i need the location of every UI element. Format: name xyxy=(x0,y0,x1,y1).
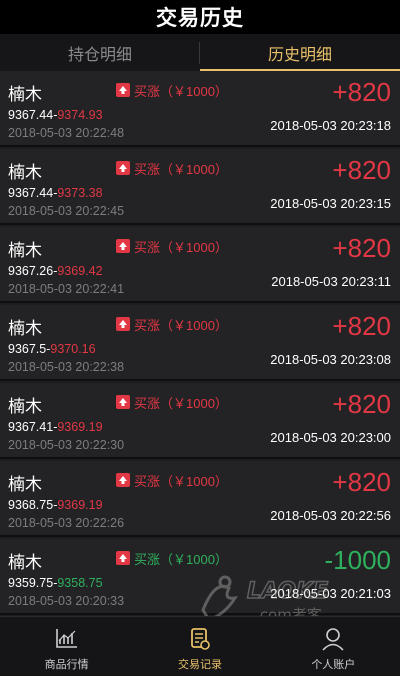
close-price: 9374.93 xyxy=(57,108,103,122)
open-price: 9367.5 xyxy=(8,342,47,356)
nav-account-label: 个人账户 xyxy=(311,659,356,671)
tab-history[interactable]: 历史明细 xyxy=(200,34,400,71)
price-range: 9367.44-9373.38 xyxy=(8,186,103,200)
close-time: 2018-05-03 20:23:15 xyxy=(270,196,391,211)
close-price: 9358.75 xyxy=(57,576,103,590)
nav-account[interactable]: 个人账户 xyxy=(267,617,400,676)
bottom-nav: 商品行情 交易记录 个人账户 xyxy=(0,616,400,676)
profit-amount: +820 xyxy=(332,77,391,107)
record-icon xyxy=(189,627,211,656)
trade-record[interactable]: 楠木 买涨（￥1000） 9367.26-9369.42 2018-05-03 20:… xyxy=(0,227,400,303)
product-name: 楠木 xyxy=(8,553,42,572)
buy-up-icon xyxy=(116,161,130,175)
chart-icon xyxy=(55,627,79,654)
trade-record[interactable]: 楠木 买涨（￥1000） 9367.44-9373.38 2018-05-03 20:… xyxy=(0,149,400,225)
close-time: 2018-05-03 20:23:18 xyxy=(270,118,391,133)
open-time: 2018-05-03 20:20:33 xyxy=(8,594,125,608)
buy-up-icon xyxy=(116,83,130,97)
app-header: 交易历史 xyxy=(0,0,400,34)
buy-up-icon xyxy=(116,395,130,409)
watermark-brand: LAOKE xyxy=(247,579,328,604)
nav-market-label: 商品行情 xyxy=(44,659,89,671)
tab-bar: 持仓明细 历史明细 xyxy=(0,34,400,71)
open-price: 9367.41 xyxy=(8,420,54,434)
open-time: 2018-05-03 20:22:41 xyxy=(8,282,125,296)
product-name: 楠木 xyxy=(8,319,42,338)
close-price: 9369.19 xyxy=(57,498,103,512)
open-price: 9367.26 xyxy=(8,264,54,278)
trade-direction: 买涨（￥1000） xyxy=(134,474,228,489)
close-time: 2018-05-03 20:23:00 xyxy=(270,430,391,445)
open-time: 2018-05-03 20:22:30 xyxy=(8,438,125,452)
trade-direction: 买涨（￥1000） xyxy=(134,84,228,99)
nav-market[interactable]: 商品行情 xyxy=(0,617,133,676)
product-name: 楠木 xyxy=(8,163,42,182)
open-price: 9367.44 xyxy=(8,186,54,200)
price-range: 9367.44-9374.93 xyxy=(8,108,103,122)
close-price: 9373.38 xyxy=(57,186,103,200)
open-price: 9359.75 xyxy=(8,576,54,590)
product-name: 楠木 xyxy=(8,397,42,416)
price-range: 9367.5-9370.16 xyxy=(8,342,96,356)
open-time: 2018-05-03 20:22:45 xyxy=(8,204,125,218)
trade-record[interactable]: 楠木 买涨（￥1000） 9368.75-9369.19 2018-05-03 20:… xyxy=(0,461,400,537)
trade-record[interactable]: 楠木 买涨（￥1000） 9367.5-9370.16 2018-05-03 20:2… xyxy=(0,305,400,381)
open-time: 2018-05-03 20:22:38 xyxy=(8,360,125,374)
buy-up-icon xyxy=(116,473,130,487)
close-price: 9370.16 xyxy=(50,342,96,356)
trade-direction: 买涨（￥1000） xyxy=(134,552,228,567)
trade-record[interactable]: 楠木 买涨（￥1000） 9367.41-9369.19 2018-05-03 20:… xyxy=(0,383,400,459)
product-name: 楠木 xyxy=(8,241,42,260)
trade-direction: 买涨（￥1000） xyxy=(134,318,228,333)
open-price: 9368.75 xyxy=(8,498,54,512)
page-title: 交易历史 xyxy=(156,7,244,30)
buy-up-icon xyxy=(116,551,130,565)
profit-amount: +820 xyxy=(332,467,391,497)
close-price: 9369.19 xyxy=(57,420,103,434)
product-name: 楠木 xyxy=(8,85,42,104)
price-range: 9367.26-9369.42 xyxy=(8,264,103,278)
tab-positions[interactable]: 持仓明细 xyxy=(0,34,200,71)
profit-amount: +820 xyxy=(332,389,391,419)
buy-up-icon xyxy=(116,239,130,253)
user-icon xyxy=(322,627,344,656)
product-name: 楠木 xyxy=(8,475,42,494)
price-range: 9367.41-9369.19 xyxy=(8,420,103,434)
close-time: 2018-05-03 20:23:08 xyxy=(270,352,391,367)
close-time: 2018-05-03 20:22:56 xyxy=(270,508,391,523)
trade-direction: 买涨（￥1000） xyxy=(134,396,228,411)
profit-amount: +820 xyxy=(332,233,391,263)
trade-history-list[interactable]: 楠木 买涨（￥1000） 9367.44-9374.93 2018-05-03 20:… xyxy=(0,71,400,616)
trade-record[interactable]: 楠木 买涨（￥1000） 9367.44-9374.93 2018-05-03 20:… xyxy=(0,71,400,147)
close-price: 9369.42 xyxy=(57,264,103,278)
profit-amount: +820 xyxy=(332,311,391,341)
open-time: 2018-05-03 20:22:26 xyxy=(8,516,125,530)
trade-direction: 买涨（￥1000） xyxy=(134,162,228,177)
close-time: 2018-05-03 20:23:11 xyxy=(271,274,391,289)
open-time: 2018-05-03 20:22:48 xyxy=(8,126,125,140)
buy-up-icon xyxy=(116,317,130,331)
price-range: 9368.75-9369.19 xyxy=(8,498,103,512)
profit-amount: +820 xyxy=(332,155,391,185)
trade-direction: 买涨（￥1000） xyxy=(134,240,228,255)
nav-records[interactable]: 交易记录 xyxy=(133,617,266,676)
nav-records-label: 交易记录 xyxy=(177,659,222,671)
price-range: 9359.75-9358.75 xyxy=(8,576,103,590)
open-price: 9367.44 xyxy=(8,108,54,122)
